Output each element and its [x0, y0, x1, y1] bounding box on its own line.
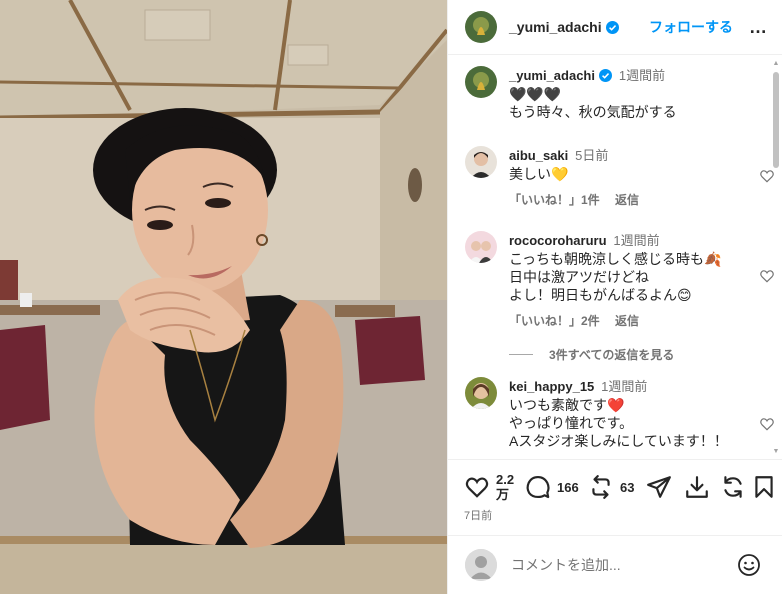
scroll-up-arrow-icon[interactable]: ▲	[772, 60, 780, 68]
download-icon	[686, 476, 708, 498]
comment-input[interactable]	[511, 557, 731, 573]
commenter-avatar[interactable]	[465, 231, 497, 263]
view-all-replies-label: 3件すべての返信を見る	[549, 348, 675, 362]
comments-scroll-area[interactable]: _yumi_adachi 1週間前 🖤🖤🖤 もう時々、秋の気配がする aibu_…	[448, 56, 782, 458]
comment-composer	[448, 535, 782, 594]
comment-count: 166	[557, 479, 579, 495]
comment-time[interactable]: 1週間前	[601, 379, 647, 394]
caption: _yumi_adachi 1週間前 🖤🖤🖤 もう時々、秋の気配がする	[465, 66, 765, 121]
save-icon	[755, 476, 773, 498]
reply-button[interactable]: 返信	[615, 193, 639, 207]
comment-likes[interactable]: 「いいね！」1件	[509, 193, 600, 207]
commenter-avatar[interactable]	[465, 377, 497, 409]
comment-author[interactable]: aibu_saki	[509, 148, 568, 163]
heart-icon	[465, 477, 489, 498]
comment-item: rococoroharuru 1週間前 こっちも朝晩涼しく感じる時も🍂 日中は激…	[465, 231, 774, 330]
author-avatar[interactable]	[465, 11, 497, 43]
verified-icon	[599, 69, 612, 82]
caption-time[interactable]: 1週間前	[619, 68, 665, 83]
scrollbar-thumb[interactable]	[773, 72, 779, 168]
comment-text: 美しい💛	[509, 166, 569, 182]
more-options-icon[interactable]: …	[745, 18, 771, 36]
comment-text: いつも素敵です❤️	[509, 397, 625, 413]
caption-author-avatar[interactable]	[465, 66, 497, 98]
repost-icon	[592, 475, 610, 499]
post-photo[interactable]	[0, 0, 447, 594]
share-button[interactable]	[646, 474, 672, 500]
comments-scrollbar[interactable]: ▲ ▼	[772, 60, 780, 456]
comment-likes[interactable]: 「いいね！」2件	[509, 314, 600, 328]
viewer-avatar[interactable]	[465, 549, 497, 581]
caption-line: もう時々、秋の気配がする	[509, 104, 677, 120]
repost-button[interactable]: 63	[588, 474, 634, 500]
save-button[interactable]	[751, 474, 777, 500]
comment-text: 日中は激アツだけどね	[509, 269, 649, 285]
comment-item: kei_happy_15 1週間前 いつも素敵です❤️ やっぱり憧れです。 Aス…	[465, 377, 774, 450]
post-detail-pane: _yumi_adachi フォローする … _yumi_adachi 1週間前 …	[447, 0, 782, 594]
sync-button[interactable]	[720, 474, 746, 500]
reply-button[interactable]: 返信	[615, 314, 639, 328]
scroll-down-arrow-icon[interactable]: ▼	[772, 448, 780, 456]
comment-author[interactable]: rococoroharuru	[509, 233, 607, 248]
comment-icon	[526, 475, 550, 499]
like-button[interactable]: 2.2万	[464, 472, 518, 502]
comment-author[interactable]: kei_happy_15	[509, 379, 594, 394]
emoji-icon[interactable]	[737, 553, 761, 577]
caption-author[interactable]: _yumi_adachi	[509, 68, 595, 83]
comment-time[interactable]: 5日前	[575, 148, 608, 163]
repost-count: 63	[620, 479, 635, 495]
verified-icon	[605, 21, 619, 34]
comment-item: aibu_saki 5日前 美しい💛 「いいね！」1件 返信	[465, 146, 774, 209]
sync-icon	[724, 476, 742, 498]
download-button[interactable]	[684, 474, 710, 500]
comment-text: やっぱり憧れです。	[509, 415, 634, 431]
comment-text: こっちも朝晩涼しく感じる時も🍂	[509, 251, 722, 267]
share-icon	[647, 476, 671, 498]
follow-button[interactable]: フォローする	[649, 17, 733, 37]
view-all-replies[interactable]: 3件すべての返信を見る	[509, 346, 674, 363]
comment-button[interactable]: 166	[525, 474, 579, 500]
comment-text: Aスタジオ楽しみにしています！！	[509, 433, 728, 449]
comment-time[interactable]: 1週間前	[613, 233, 659, 248]
caption-line: 🖤🖤🖤	[509, 86, 562, 102]
commenter-avatar[interactable]	[465, 146, 497, 178]
post-header: _yumi_adachi フォローする …	[448, 0, 782, 55]
action-bar: 2.2万 166 63 7日前	[448, 459, 782, 529]
comment-text: よし！明日もがんばるよん😊	[509, 287, 692, 303]
divider	[509, 354, 533, 355]
author-username[interactable]: _yumi_adachi	[509, 19, 619, 35]
post-date[interactable]: 7日前	[464, 507, 492, 523]
like-count: 2.2万	[496, 472, 515, 502]
